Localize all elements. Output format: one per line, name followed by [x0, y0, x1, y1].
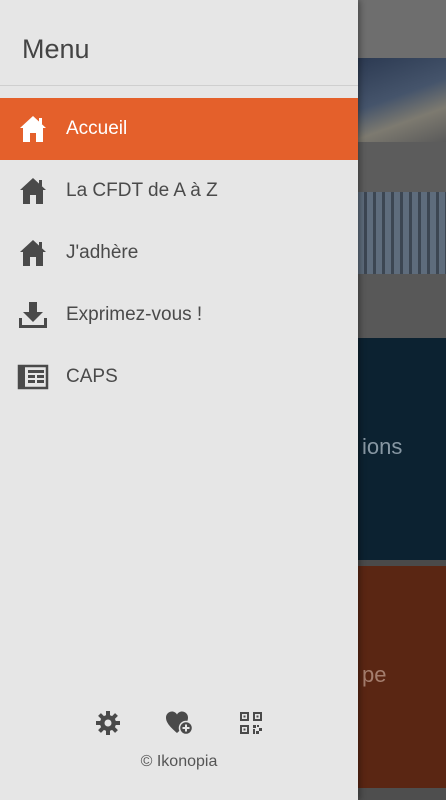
menu-item-label: La CFDT de A à Z — [66, 180, 218, 201]
menu-item-caps[interactable]: CAPS — [0, 346, 358, 408]
menu-item-label: Accueil — [66, 118, 128, 139]
background-gap — [358, 788, 446, 800]
copyright-text: © Ikonopia — [140, 753, 218, 770]
download-icon — [17, 299, 49, 331]
qr-code-icon[interactable] — [237, 708, 265, 738]
home-icon — [17, 113, 49, 145]
menu-item-accueil[interactable]: Accueil — [0, 98, 358, 160]
background-gap — [358, 274, 446, 338]
menu-item-cfdt-a-z[interactable]: La CFDT de A à Z — [0, 160, 358, 222]
background-tile-orange-text: pe — [362, 662, 387, 687]
menu-item-exprimez-vous[interactable]: Exprimez-vous ! — [0, 284, 358, 346]
background-photo-building — [358, 58, 446, 142]
background-gap — [358, 142, 446, 192]
newspaper-icon — [17, 361, 49, 393]
menu-item-label: Exprimez-vous ! — [66, 304, 203, 325]
drawer-title: Menu — [22, 34, 90, 64]
background-photo-facade — [358, 192, 446, 274]
home-icon — [17, 175, 49, 207]
heart-plus-icon[interactable] — [165, 708, 193, 738]
navigation-drawer: Menu Accueil La CFDT de A à Z J'adhère E… — [0, 0, 358, 800]
home-icon — [17, 237, 49, 269]
drawer-footer-icons — [0, 708, 358, 740]
drawer-header: Menu — [0, 0, 358, 86]
menu-item-label: J'adhère — [66, 242, 139, 263]
menu-item-label: CAPS — [66, 366, 118, 387]
menu-item-adhere[interactable]: J'adhère — [0, 222, 358, 284]
background-tile-dark-text: ions — [362, 434, 403, 459]
background-header — [358, 0, 446, 58]
drawer-menu: Accueil La CFDT de A à Z J'adhère Exprim… — [0, 98, 358, 408]
gear-icon[interactable] — [94, 708, 122, 738]
